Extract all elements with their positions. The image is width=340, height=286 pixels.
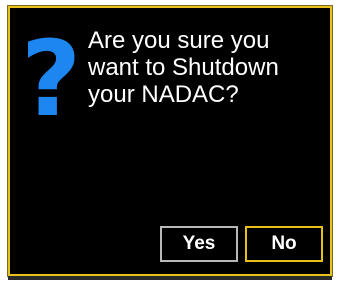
- no-button-label: No: [271, 233, 297, 254]
- no-button[interactable]: No: [245, 226, 323, 262]
- yes-button[interactable]: Yes: [160, 226, 238, 262]
- yes-button-label: Yes: [182, 233, 216, 254]
- dialog-shadow: [8, 276, 332, 280]
- question-mark-icon: ?: [20, 18, 82, 140]
- screen-frame: ? Are you sure you want to Shutdown your…: [0, 0, 340, 286]
- dialog-message: Are you sure you want to Shutdown your N…: [88, 27, 279, 108]
